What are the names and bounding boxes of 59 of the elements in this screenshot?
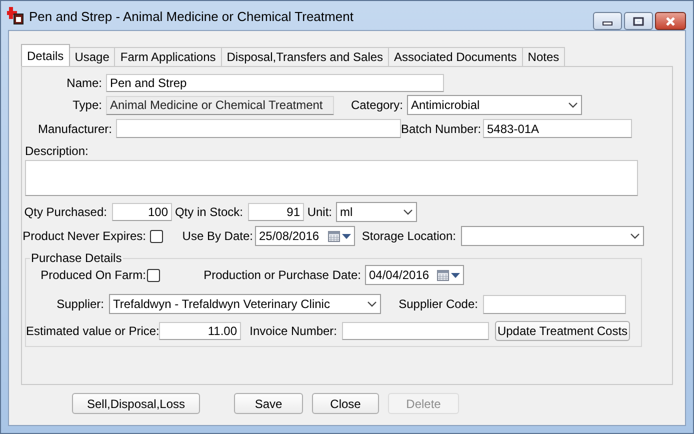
group-title: Purchase Details bbox=[30, 251, 123, 265]
tab[interactable]: Details bbox=[21, 44, 70, 66]
field-label: Product Never Expires: bbox=[22, 229, 146, 243]
text-field[interactable]: Pen and Strep bbox=[106, 74, 444, 92]
checkbox[interactable] bbox=[147, 268, 160, 282]
field-label: Qty Purchased: bbox=[23, 205, 107, 219]
tab[interactable]: Farm Applications bbox=[114, 47, 222, 66]
field-label: Production or Purchase Date: bbox=[202, 268, 361, 282]
field-label: Supplier: bbox=[56, 297, 104, 311]
tab[interactable]: Usage bbox=[68, 47, 116, 66]
field-label: Category: bbox=[350, 98, 403, 112]
text-field[interactable]: 100 bbox=[112, 203, 172, 221]
text-field[interactable]: 91 bbox=[248, 203, 304, 221]
text-field[interactable] bbox=[483, 294, 626, 314]
field-label: Unit: bbox=[306, 205, 332, 219]
update-costs-button[interactable]: Update Treatment Costs bbox=[495, 321, 630, 341]
text-field[interactable]: 11.00 bbox=[159, 322, 241, 340]
medicine-icon bbox=[7, 6, 25, 24]
date-picker[interactable]: 04/04/2016 bbox=[365, 265, 464, 285]
action-button[interactable]: Close bbox=[312, 393, 379, 414]
caret-icon bbox=[451, 272, 460, 278]
field-label: Invoice Number: bbox=[248, 324, 337, 338]
dropdown[interactable]: ml bbox=[336, 202, 417, 222]
date-picker[interactable]: 25/08/2016 bbox=[255, 226, 355, 246]
minimize-button[interactable] bbox=[593, 12, 622, 30]
dropdown[interactable]: Antimicrobial bbox=[407, 95, 582, 115]
chevron-down-icon bbox=[403, 209, 413, 215]
action-button[interactable]: Save bbox=[234, 393, 303, 414]
field-label: Storage Location: bbox=[360, 229, 456, 243]
dropdown[interactable]: Trefaldwyn - Trefaldwyn Veterinary Clinic bbox=[109, 294, 381, 314]
chevron-down-icon bbox=[367, 301, 377, 307]
chevron-down-icon bbox=[630, 233, 640, 239]
field-label: Supplier Code: bbox=[398, 297, 478, 311]
field-label: Use By Date: bbox=[181, 229, 253, 243]
close-icon bbox=[665, 16, 676, 26]
field-label: Type: bbox=[72, 98, 102, 112]
field-label: Manufacturer: bbox=[36, 122, 112, 136]
text-field[interactable]: 5483-01A bbox=[483, 119, 632, 138]
field-label: Description: bbox=[25, 144, 88, 158]
chevron-down-icon bbox=[568, 102, 578, 108]
text-area[interactable] bbox=[25, 160, 638, 196]
field-label: Produced On Farm: bbox=[40, 268, 146, 282]
text-field[interactable] bbox=[342, 322, 489, 340]
maximize-button[interactable] bbox=[624, 12, 653, 30]
calendar-icon bbox=[437, 270, 449, 280]
window-title: Pen and Strep - Animal Medicine or Chemical Treatment bbox=[29, 8, 354, 24]
close-button[interactable] bbox=[655, 12, 686, 30]
caret-icon bbox=[342, 234, 351, 238]
tab[interactable]: Notes bbox=[522, 47, 566, 66]
field-label: Batch Number: bbox=[401, 122, 480, 136]
tab[interactable]: Disposal,Transfers and Sales bbox=[220, 47, 390, 66]
action-button[interactable]: Sell,Disposal,Loss bbox=[72, 393, 200, 414]
checkbox[interactable] bbox=[150, 230, 163, 242]
dropdown[interactable] bbox=[461, 226, 644, 246]
text-field[interactable] bbox=[116, 119, 401, 138]
field-label: Qty in Stock: bbox=[174, 205, 243, 219]
maximize-icon bbox=[633, 16, 644, 26]
calendar-icon bbox=[328, 230, 340, 242]
field-label: Name: bbox=[66, 76, 102, 90]
